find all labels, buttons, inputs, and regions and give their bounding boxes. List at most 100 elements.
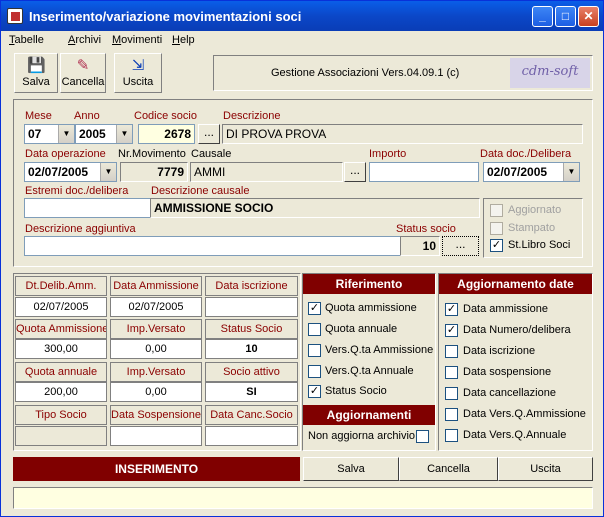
grid-cell — [205, 426, 298, 446]
toolbar-delete-button[interactable]: ✎ Cancella — [60, 53, 106, 93]
eraser-icon: ✎ — [76, 57, 90, 74]
importo-input[interactable] — [369, 162, 479, 182]
rif-vers-annuale-checkbox[interactable] — [308, 365, 321, 378]
upd-data-iscrizione-checkbox[interactable] — [445, 345, 458, 358]
grid-cell — [15, 426, 107, 446]
aggiornamenti-header: Aggiornamenti — [303, 405, 435, 425]
st-libro-soci-label: St.Libro Soci — [508, 239, 571, 251]
rif-item-label: Quota ammissione — [325, 302, 417, 314]
grid-header: Imp.Versato — [110, 319, 202, 339]
mese-value: 07 — [28, 127, 42, 141]
menu-movimenti[interactable]: Movimenti — [112, 34, 162, 46]
upd-data-sospensione-checkbox[interactable] — [445, 366, 458, 379]
company-logo: cdm-soft — [510, 58, 590, 88]
exit-button-label: Uscita — [530, 463, 561, 475]
causale-lookup-button[interactable]: ... — [344, 162, 366, 182]
anno-select[interactable]: 2005 ▼ — [75, 124, 133, 144]
grid-header: Data Sospensione — [110, 405, 202, 425]
desc-aggiuntiva-input[interactable] — [24, 236, 401, 256]
data-operazione-picker[interactable]: 02/07/2005 ▼ — [24, 162, 117, 182]
non-aggiorna-checkbox[interactable] — [416, 430, 429, 443]
grid-header: Data Canc.Socio — [205, 405, 298, 425]
maximize-button[interactable]: □ — [555, 6, 576, 27]
grid-cell: 02/07/2005 — [110, 297, 202, 317]
upd-data-numero-delibera-checkbox[interactable]: ✓ — [445, 324, 458, 337]
rif-status-socio-checkbox[interactable]: ✓ — [308, 385, 321, 398]
upd-data-vers-annuale-checkbox[interactable] — [445, 429, 458, 442]
data-doc-label: Data doc./Delibera — [480, 148, 572, 160]
data-doc-value: 02/07/2005 — [487, 165, 548, 179]
upd-item-label: Data sospensione — [463, 366, 552, 378]
estremi-input[interactable] — [24, 198, 151, 218]
aggiornamento-date-panel — [438, 273, 593, 451]
status-lookup-button[interactable]: ... — [442, 236, 479, 256]
st-libro-soci-checkbox[interactable]: ✓ — [490, 239, 503, 252]
grid-cell: 200,00 — [15, 382, 107, 402]
mese-select[interactable]: 07 ▼ — [24, 124, 75, 144]
nr-movimento-label: Nr.Movimento — [118, 148, 186, 160]
upd-item-label: Data Vers.Q.Annuale — [463, 429, 567, 441]
desc-causale-label: Descrizione causale — [151, 185, 250, 197]
grid-cell: SI — [205, 382, 298, 402]
menu-bar: Tabelle Archivi Movimenti Help — [1, 31, 603, 49]
exit-button[interactable]: Uscita — [498, 457, 593, 481]
minimize-button[interactable]: _ — [532, 6, 553, 27]
status-socio-label: Status socio — [396, 223, 456, 235]
grid-header: Data Ammissione — [110, 276, 202, 296]
toolbar-exit-button[interactable]: ⇲ Uscita — [114, 53, 162, 93]
title-bar[interactable]: Inserimento/variazione movimentazioni so… — [1, 1, 603, 31]
codice-lookup-button[interactable]: ... — [198, 124, 220, 144]
toolbar-save-button[interactable]: 💾 Salva — [14, 53, 58, 93]
rif-item-label: Status Socio — [325, 385, 387, 397]
rif-item-label: Vers.Q.ta Ammissione — [325, 344, 434, 356]
upd-item-label: Data ammissione — [463, 303, 548, 315]
data-doc-picker[interactable]: 02/07/2005 ▼ — [483, 162, 580, 182]
desc-aggiuntiva-label: Descrizione aggiuntiva — [25, 223, 136, 235]
rif-item-label: Quota annuale — [325, 323, 398, 335]
grid-cell — [110, 426, 202, 446]
upd-data-ammissione-checkbox[interactable]: ✓ — [445, 303, 458, 316]
delete-button-label: Cancella — [427, 463, 470, 475]
data-operazione-label: Data operazione — [25, 148, 106, 160]
chevron-down-icon[interactable]: ▼ — [100, 163, 116, 181]
chevron-down-icon[interactable]: ▼ — [563, 163, 579, 181]
aggiornato-label: Aggiornato — [508, 204, 562, 216]
upd-data-cancellazione-checkbox[interactable] — [445, 387, 458, 400]
delete-button[interactable]: Cancella — [399, 457, 498, 481]
main-window: Inserimento/variazione movimentazioni so… — [0, 0, 604, 517]
importo-label: Importo — [369, 148, 407, 160]
grid-cell: 300,00 — [15, 339, 107, 359]
menu-tabelle[interactable]: Tabelle — [9, 34, 44, 46]
floppy-icon: 💾 — [27, 57, 46, 74]
rif-vers-ammissione-checkbox[interactable] — [308, 344, 321, 357]
menu-archivi[interactable]: Archivi — [68, 34, 101, 46]
upd-item-label: Data Vers.Q.Ammissione — [463, 408, 586, 420]
stampato-checkbox[interactable] — [490, 222, 503, 235]
rif-quota-annuale-checkbox[interactable] — [308, 323, 321, 336]
grid-header: Data iscrizione — [205, 276, 298, 296]
grid-header: Quota annuale — [15, 362, 107, 382]
save-button-label: Salva — [337, 463, 365, 475]
rif-quota-ammissione-checkbox[interactable]: ✓ — [308, 302, 321, 315]
grid-cell: 10 — [205, 339, 298, 359]
grid-cell: 02/07/2005 — [15, 297, 107, 317]
upd-item-label: Data Numero/delibera — [463, 324, 571, 336]
upd-data-vers-ammissione-checkbox[interactable] — [445, 408, 458, 421]
rif-item-label: Vers.Q.ta Annuale — [325, 365, 414, 377]
stampato-label: Stampato — [508, 222, 556, 234]
save-button[interactable]: Salva — [303, 457, 399, 481]
codice-socio-input[interactable]: 2678 — [138, 124, 195, 144]
aggiornamento-date-header: Aggiornamento date — [439, 274, 592, 294]
close-button[interactable]: ✕ — [578, 6, 599, 27]
mese-label: Mese — [25, 110, 52, 122]
data-operazione-value: 02/07/2005 — [28, 165, 89, 179]
grid-cell — [205, 297, 298, 317]
status-socio-field: 10 — [400, 236, 440, 256]
chevron-down-icon[interactable]: ▼ — [58, 125, 74, 143]
chevron-down-icon[interactable]: ▼ — [116, 125, 132, 143]
status-bar — [13, 487, 593, 509]
menu-help[interactable]: Help — [172, 34, 195, 46]
descrizione-field: DI PROVA PROVA — [222, 124, 583, 144]
aggiornato-checkbox[interactable] — [490, 204, 503, 217]
non-aggiorna-label: Non aggiorna archivio — [308, 430, 416, 442]
